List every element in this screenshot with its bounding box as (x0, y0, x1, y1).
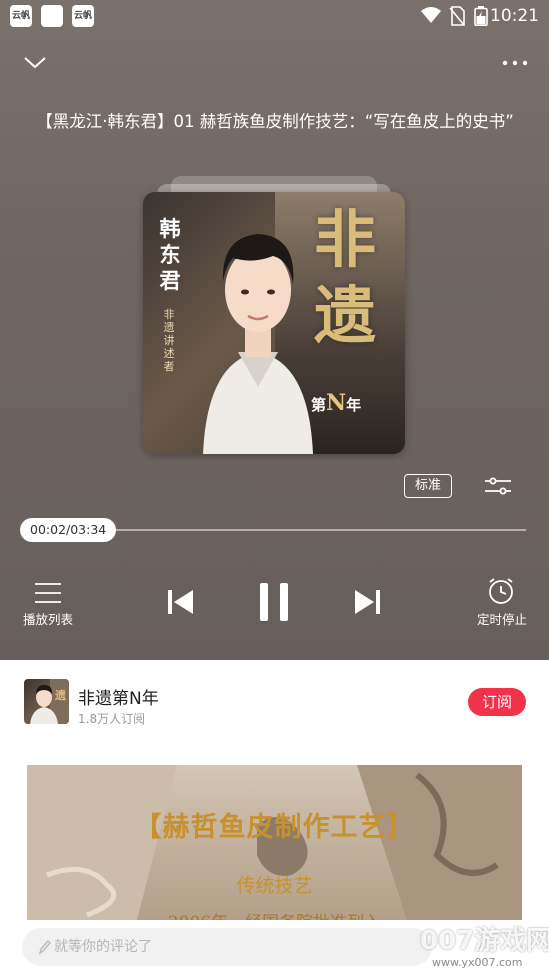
watermark-text: 007游戏网 (420, 926, 549, 956)
comment-input[interactable] (54, 928, 414, 966)
more-options-icon[interactable] (501, 52, 529, 74)
track-title: 【黑龙江·韩东君】01 赫哲族鱼皮制作技艺：“写在鱼皮上的史书” (36, 112, 514, 131)
playlist-icon[interactable] (33, 581, 63, 605)
player-top-nav (0, 40, 549, 86)
status-bar: 云帆 云帆 10:21 (0, 0, 549, 32)
cover-brand: 第N年 (311, 390, 362, 416)
app-notification-icon (41, 5, 63, 27)
banner-title: 【赫哲鱼皮制作工艺】 (134, 812, 415, 843)
player-panel: 云帆 云帆 10:21 【黑龙江·韩东君】01 赫哲族鱼皮制作技艺：“写在鱼皮上… (0, 0, 549, 660)
progress-time-knob[interactable]: 00:02/03:34 (20, 518, 117, 542)
comment-bar[interactable] (22, 928, 432, 966)
battery-charging-icon (474, 6, 488, 26)
album-thumbnail-art: 遗 (30, 679, 69, 724)
collapse-chevron-down-icon[interactable] (22, 50, 48, 76)
cover-name-text: 韩东君 (159, 216, 181, 293)
cover-big-text: 非遗 (313, 203, 376, 352)
svg-text:遗: 遗 (54, 688, 67, 702)
album-info-row[interactable]: 遗 非遗第N年 1.8万人订阅 订阅 (0, 660, 549, 738)
next-track-icon[interactable] (354, 589, 382, 615)
album-title[interactable]: 非遗第N年 (78, 684, 159, 709)
album-cover-art[interactable]: 韩东君 非遗讲述者 非遗 第N年 (143, 192, 405, 454)
quality-button[interactable]: 标准 (404, 474, 452, 498)
album-subscriber-count: 1.8万人订阅 (78, 712, 146, 726)
cover-subtitle-text: 非遗讲述者 (163, 308, 175, 373)
subscribe-button[interactable]: 订阅 (468, 688, 526, 716)
status-time: 10:21 (490, 6, 539, 26)
no-sim-icon (449, 6, 465, 26)
app-notification-icon: 云帆 (10, 5, 32, 27)
album-thumbnail[interactable]: 遗 (24, 679, 69, 724)
watermark-url: www.yx007.com (432, 956, 523, 969)
pause-icon[interactable] (258, 582, 290, 622)
pencil-icon (38, 939, 51, 955)
app-notification-icon: 云帆 (72, 5, 94, 27)
previous-track-icon[interactable] (166, 589, 194, 615)
sleep-timer-label[interactable]: 定时停止 (477, 609, 527, 628)
playlist-label[interactable]: 播放列表 (23, 609, 73, 628)
watermark-logo: 007游戏网 www.yx007.com (418, 918, 549, 974)
equalizer-settings-icon[interactable] (484, 475, 512, 497)
sleep-timer-icon[interactable] (487, 577, 515, 605)
wifi-icon (421, 7, 441, 23)
description-banner-image: 【赫哲鱼皮制作工艺】 传统技艺 2006年，经国务院批准列入 (27, 765, 522, 920)
banner-subtitle: 传统技艺 (236, 875, 313, 897)
